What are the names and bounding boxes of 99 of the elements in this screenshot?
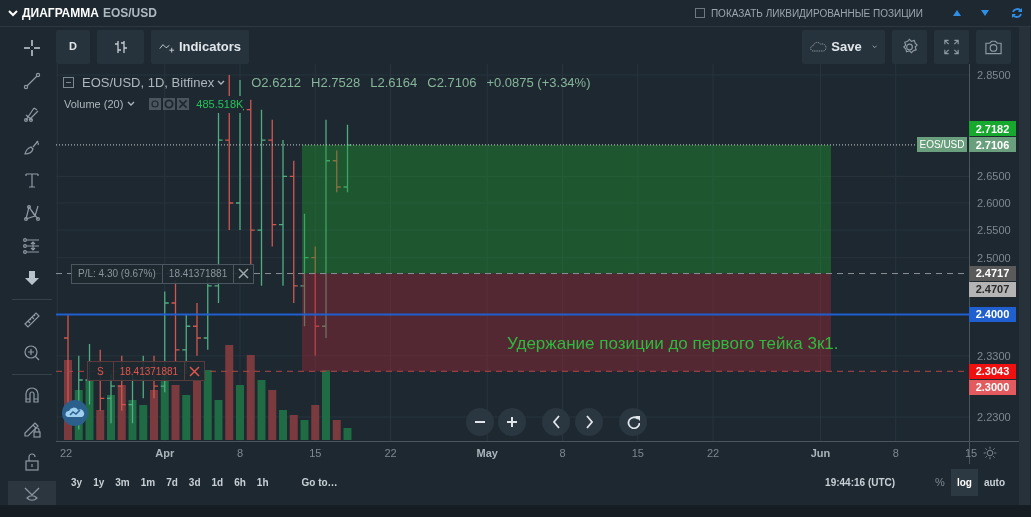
- chart-type-button[interactable]: [97, 29, 144, 64]
- pattern-icon[interactable]: [22, 202, 42, 223]
- interval-button[interactable]: D: [56, 29, 90, 64]
- range-button[interactable]: 1m: [135, 474, 162, 490]
- caret-icon[interactable]: [217, 79, 226, 86]
- scroll-left-button[interactable]: [542, 408, 570, 436]
- ohlc-value: C2.7106: [427, 74, 477, 92]
- plus-icon: [507, 417, 517, 427]
- order-label[interactable]: P/L: 4.30 (9.67%) 18.41371881: [71, 263, 255, 284]
- price-tag: 2.4707: [969, 282, 1016, 298]
- symbol-title: EOS/USD, 1D, Bitfinex: [82, 74, 215, 92]
- collapse-icon[interactable]: [63, 77, 74, 89]
- triangle-down-icon[interactable]: [981, 10, 989, 16]
- range-button[interactable]: 3m: [110, 474, 136, 490]
- range-button[interactable]: 3d: [183, 474, 207, 490]
- time-axis-label: 15: [964, 447, 978, 459]
- ohlc-value: L2.6164: [370, 74, 418, 92]
- time-axis-label: 22: [59, 447, 73, 459]
- measure-lines-icon[interactable]: [22, 235, 42, 256]
- ohlc-value: O2.6212: [251, 74, 302, 92]
- reset-icon: [626, 415, 640, 429]
- cloud-logo-icon[interactable]: [62, 400, 88, 426]
- chevron-right-icon: [585, 415, 593, 429]
- time-axis-label: 15: [309, 447, 322, 459]
- indicators-button[interactable]: Indicators: [151, 29, 249, 64]
- quantity-text: 18.41371881: [162, 264, 235, 283]
- settings-icon[interactable]: [983, 446, 997, 460]
- scale-option[interactable]: %: [929, 467, 951, 497]
- time-axis-label: 8: [892, 447, 899, 459]
- price-axis-label: 2.3300: [977, 349, 1011, 362]
- time-axis-label: 8: [559, 447, 566, 459]
- order-label[interactable]: S 18.41371881: [87, 361, 206, 382]
- range-button[interactable]: 3y: [66, 474, 89, 490]
- chevron-left-icon: [552, 415, 560, 429]
- cloud-icon: [810, 39, 828, 54]
- time-axis-label: 22: [384, 447, 397, 459]
- caret-icon: [871, 43, 877, 50]
- fullscreen-button[interactable]: [934, 29, 969, 64]
- screenshot-button[interactable]: [976, 29, 1011, 64]
- scale-option[interactable]: log: [950, 468, 978, 496]
- price-change: +0.0875 (+3.34%): [486, 74, 591, 92]
- price-tag: 2.3043: [969, 363, 1016, 379]
- scale-option[interactable]: auto: [977, 468, 1011, 496]
- range-button[interactable]: 1h: [251, 474, 275, 490]
- close-icon[interactable]: [238, 268, 250, 280]
- crosshair-icon[interactable]: [22, 38, 42, 59]
- chevron-down-icon[interactable]: [8, 9, 18, 17]
- goto-link[interactable]: Go to…: [296, 474, 344, 490]
- time-axis-label: 15: [631, 447, 644, 459]
- triangle-up-icon[interactable]: [953, 10, 961, 16]
- line-tool-icon[interactable]: [22, 71, 42, 92]
- minus-icon: [475, 421, 485, 423]
- price-tag: 2.7182: [969, 121, 1016, 137]
- magnet-icon[interactable]: [22, 385, 42, 405]
- zoom-in-button[interactable]: [498, 408, 526, 436]
- price-axis-label: 2.8500: [977, 69, 1011, 81]
- time-axis-label: Apr: [155, 447, 175, 459]
- chart-note: Удержание позиции до первого тейка 3к1.: [507, 333, 839, 355]
- scroll-right-button[interactable]: [575, 408, 603, 436]
- time-axis-label: Jun: [810, 447, 831, 459]
- checkbox[interactable]: [694, 8, 705, 18]
- price-axis-label: 2.5000: [977, 251, 1011, 264]
- volume-title: Volume (20): [64, 97, 124, 112]
- save-button[interactable]: Save: [802, 29, 885, 64]
- range-button[interactable]: 1y: [88, 474, 111, 490]
- order-type-text: S: [88, 362, 114, 381]
- zoom-out-button[interactable]: [466, 408, 494, 436]
- time-axis-label: 8: [236, 447, 244, 459]
- ohlc-value: H2.7528: [311, 74, 361, 92]
- volume-value: 485.518K: [196, 96, 244, 113]
- price-axis-label: 2.6500: [977, 170, 1011, 183]
- price-tag: 2.4000: [969, 307, 1016, 323]
- close-icon[interactable]: [189, 365, 201, 377]
- settings-button[interactable]: [892, 29, 927, 64]
- price-tag: 2.4717: [969, 266, 1016, 282]
- symbol-text: EOS/USD: [102, 5, 157, 22]
- price-axis-label: 2.2300: [977, 411, 1011, 423]
- time-axis-label: May: [476, 447, 498, 459]
- settings-icon: [900, 36, 919, 57]
- range-button[interactable]: 7d: [161, 474, 184, 490]
- lock-icon[interactable]: [22, 450, 42, 471]
- quantity-text: 18.41371881: [113, 362, 186, 381]
- refresh-icon[interactable]: [1011, 7, 1023, 19]
- bars-icon: [112, 38, 129, 55]
- scrollbar-track[interactable]: [1019, 27, 1030, 505]
- time-axis-label: 22: [706, 447, 720, 459]
- symbol-tag: EOS/USD: [917, 137, 967, 153]
- caret-icon[interactable]: [127, 101, 136, 108]
- price-axis-label: 2.5500: [977, 224, 1011, 237]
- price-tag: 2.7106: [969, 137, 1016, 153]
- order-type-text: P/L: 4.30 (9.67%): [72, 264, 163, 283]
- range-button[interactable]: 1d: [206, 474, 230, 490]
- price-axis-label: 2.6000: [977, 197, 1011, 209]
- panel-title: ДИАГРАММА: [22, 5, 99, 22]
- checkbox-label: ПОКАЗАТЬ ЛИКВИДИРОВАННЫЕ ПОЗИЦИИ: [710, 6, 923, 21]
- clock-text: 19:44:16 (UTC): [825, 475, 896, 490]
- range-button[interactable]: 6h: [229, 474, 252, 490]
- price-tag: 2.3000: [969, 379, 1016, 395]
- reset-button[interactable]: [619, 408, 647, 436]
